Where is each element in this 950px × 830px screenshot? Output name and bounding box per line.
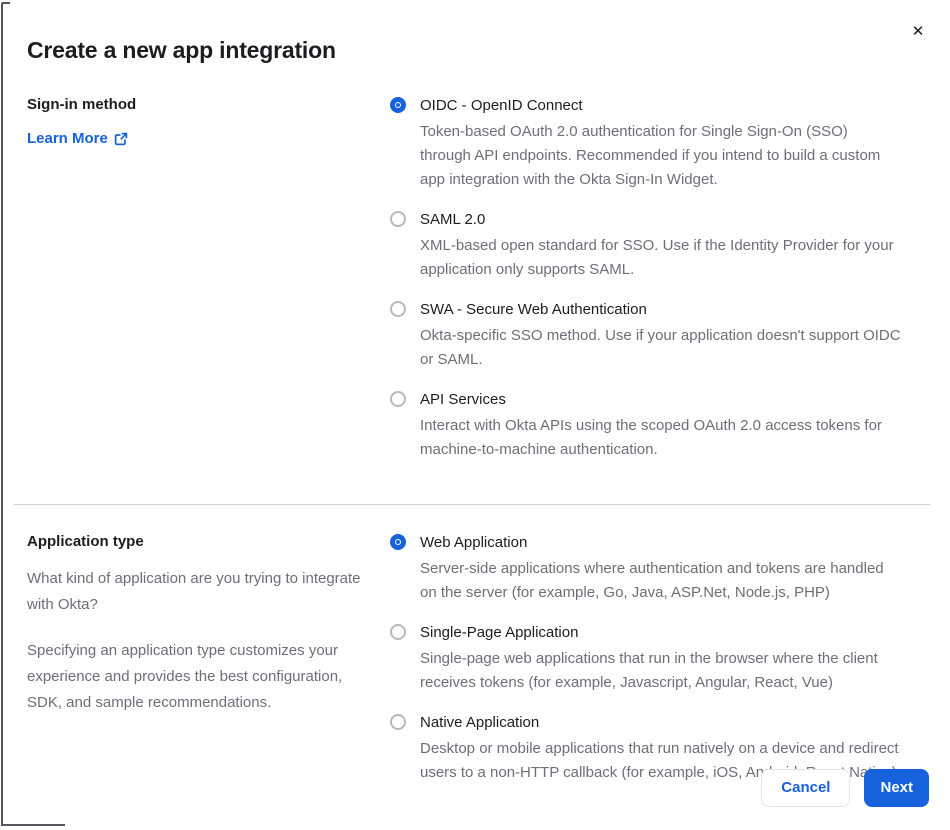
create-app-integration-dialog: ✕ Create a new app integration Sign-in m…: [0, 0, 950, 830]
radio-button-swa-secure-web-authentication[interactable]: [390, 301, 406, 317]
radio-option-description: Interact with Okta APIs using the scoped…: [420, 417, 882, 458]
radio-option-description: Token-based OAuth 2.0 authentication for…: [420, 123, 881, 188]
next-button[interactable]: Next: [864, 769, 929, 807]
radio-option-saml-2-0[interactable]: SAML 2.0 XML-based open standard for SSO…: [390, 209, 902, 282]
application-type-options: Web Application Server-side applications…: [390, 532, 902, 785]
application-type-description-1: What kind of application are you trying …: [27, 570, 361, 613]
radio-option-label: Single-Page Application: [420, 624, 579, 641]
learn-more-link[interactable]: Learn More: [27, 129, 128, 149]
external-link-icon: [114, 132, 128, 146]
radio-option-description: Server-side applications where authentic…: [420, 560, 884, 601]
radio-option-web-application[interactable]: Web Application Server-side applications…: [390, 532, 902, 605]
sign-in-method-section: Sign-in method Learn More OIDC - OpenID …: [27, 64, 925, 504]
close-icon[interactable]: ✕: [907, 21, 929, 43]
radio-option-label: OIDC - OpenID Connect: [420, 97, 583, 114]
application-type-left-column: Application type What kind of applicatio…: [27, 532, 390, 785]
learn-more-label: Learn More: [27, 130, 108, 147]
sign-in-method-left-column: Sign-in method Learn More: [27, 95, 390, 462]
application-type-label: Application type: [27, 533, 144, 550]
radio-option-label: SAML 2.0: [420, 211, 486, 228]
radio-option-description: Single-page web applications that run in…: [420, 650, 878, 691]
radio-option-oidc-openid-connect[interactable]: OIDC - OpenID Connect Token-based OAuth …: [390, 95, 902, 192]
radio-button-web-application[interactable]: [390, 534, 406, 550]
radio-button-oidc-openid-connect[interactable]: [390, 97, 406, 113]
radio-button-saml-2-0[interactable]: [390, 211, 406, 227]
radio-button-single-page-application[interactable]: [390, 624, 406, 640]
application-type-section: Application type What kind of applicatio…: [27, 505, 925, 785]
dialog-footer: Cancel Next: [761, 769, 929, 807]
radio-option-description: XML-based open standard for SSO. Use if …: [420, 237, 894, 278]
sign-in-method-options: OIDC - OpenID Connect Token-based OAuth …: [390, 95, 902, 462]
radio-option-swa-secure-web-authentication[interactable]: SWA - Secure Web Authentication Okta-spe…: [390, 299, 902, 372]
radio-button-native-application[interactable]: [390, 714, 406, 730]
radio-option-api-services[interactable]: API Services Interact with Okta APIs usi…: [390, 389, 902, 462]
radio-option-label: SWA - Secure Web Authentication: [420, 301, 647, 318]
application-type-description-2: Specifying an application type customize…: [27, 642, 343, 711]
radio-option-label: API Services: [420, 391, 506, 408]
radio-option-label: Web Application: [420, 534, 528, 551]
sign-in-method-label: Sign-in method: [27, 96, 137, 113]
radio-option-single-page-application[interactable]: Single-Page Application Single-page web …: [390, 622, 902, 695]
page-title: Create a new app integration: [27, 37, 336, 63]
radio-option-description: Okta-specific SSO method. Use if your ap…: [420, 327, 901, 368]
cancel-button[interactable]: Cancel: [761, 769, 851, 807]
radio-button-api-services[interactable]: [390, 391, 406, 407]
radio-option-label: Native Application: [420, 714, 540, 731]
